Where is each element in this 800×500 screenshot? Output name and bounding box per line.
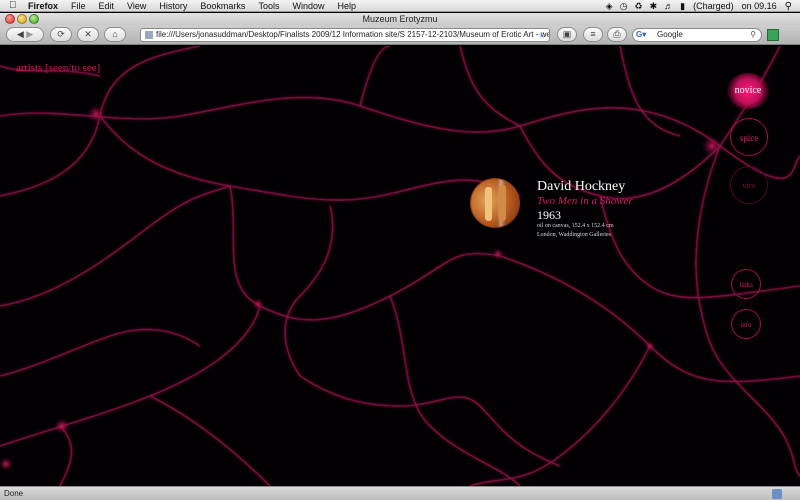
menu-clock[interactable]: on 09.16 <box>742 1 777 11</box>
menu-history[interactable]: History <box>159 0 187 12</box>
artwork-figure <box>485 187 492 221</box>
menu-bookmarks[interactable]: Bookmarks <box>200 0 245 12</box>
page-favicon-icon <box>145 30 153 39</box>
reload-icon[interactable]: ⟳ <box>50 27 72 42</box>
artists-nav: artists [seen/to see] <box>16 62 100 74</box>
page-content: artists [seen/to see] David Hockney Two … <box>0 46 800 486</box>
search-input[interactable]: G▾ Google ⚲ <box>632 28 762 42</box>
vice-button[interactable]: vice <box>730 166 768 204</box>
artwork-medium: oil on canvas, 152.4 x 152.4 cm <box>537 223 614 229</box>
apple-icon[interactable]:  <box>9 0 19 12</box>
status-icon[interactable] <box>772 489 782 499</box>
bluetooth-icon[interactable]: ✱ <box>650 0 658 12</box>
volume-icon[interactable]: ♬ <box>664 0 673 12</box>
extension-icon[interactable] <box>767 29 779 41</box>
menu-extras: ◈ ◷ ♻ ✱ ♬ ▮ (Charged) on 09.16 ⚲ <box>599 0 800 12</box>
artists-link[interactable]: artists <box>16 62 42 74</box>
seen-to-see-link[interactable]: [seen/to see] <box>45 62 100 74</box>
zoom-window-button[interactable] <box>29 14 39 24</box>
artist-name[interactable]: David Hockney <box>537 178 633 195</box>
browser-toolbar: ◀ ▶ ⟳ ✕ ⌂ file:///Users/jonasuddman/Desk… <box>0 25 800 45</box>
vein-network-background <box>0 46 800 486</box>
status-bar: Done <box>0 486 800 500</box>
window-titlebar: Muzeum Erotyzmu <box>0 13 800 25</box>
sync-icon[interactable]: ♻ <box>635 0 643 12</box>
spice-button[interactable]: spice <box>730 118 768 156</box>
bookmark-star-icon[interactable]: ☆ <box>538 29 546 41</box>
info-button[interactable]: info <box>731 309 761 339</box>
artwork-info: David Hockney Two Men in a Shower 1963 o… <box>537 178 633 240</box>
bookmarks-list-icon[interactable]: ≡ <box>583 27 603 42</box>
menu-tools[interactable]: Tools <box>258 0 279 12</box>
search-placeholder: Google <box>657 30 683 39</box>
time-machine-icon[interactable]: ◷ <box>620 0 628 12</box>
spotlight-icon[interactable]: ⚲ <box>785 1 792 12</box>
stop-icon[interactable]: ✕ <box>77 27 99 42</box>
forward-icon[interactable]: ▶ <box>26 29 33 39</box>
artwork-thumbnail[interactable] <box>470 178 520 228</box>
back-icon[interactable]: ◀ <box>17 29 24 39</box>
back-forward-group: ◀ ▶ <box>6 27 44 42</box>
artwork-figure <box>499 185 506 221</box>
links-button[interactable]: links <box>731 269 761 299</box>
battery-icon[interactable]: ▮ <box>680 0 685 12</box>
url-text: file:///Users/jonasuddman/Desktop/Finali… <box>156 30 550 39</box>
window-title: Muzeum Erotyzmu <box>362 14 438 24</box>
minimize-window-button[interactable] <box>17 14 27 24</box>
airport-icon[interactable]: ◈ <box>606 0 613 12</box>
google-engine-icon[interactable]: G▾ <box>636 30 654 40</box>
artwork-location: London, Waddington Galleries <box>537 232 611 238</box>
menu-bar:  Firefox File Edit View History Bookmar… <box>0 0 800 12</box>
screen-icon[interactable]: ▣ <box>557 27 577 42</box>
artwork-title[interactable]: Two Men in a Shower <box>537 195 633 208</box>
status-text: Done <box>4 489 24 498</box>
battery-status: (Charged) <box>693 1 734 11</box>
home-icon[interactable]: ⌂ <box>104 27 126 42</box>
close-window-button[interactable] <box>5 14 15 24</box>
menu-help[interactable]: Help <box>337 0 356 12</box>
print-icon[interactable]: ⎙ <box>607 27 627 42</box>
search-icon[interactable]: ⚲ <box>750 29 756 41</box>
menu-view[interactable]: View <box>127 0 146 12</box>
menu-edit[interactable]: Edit <box>99 0 115 12</box>
menu-file[interactable]: File <box>71 0 86 12</box>
artwork-year: 1963 <box>537 208 561 222</box>
menu-window[interactable]: Window <box>292 0 324 12</box>
menu-app-firefox[interactable]: Firefox <box>28 0 58 12</box>
novice-button[interactable]: novice <box>727 73 769 109</box>
url-field[interactable]: file:///Users/jonasuddman/Desktop/Finali… <box>140 28 550 42</box>
